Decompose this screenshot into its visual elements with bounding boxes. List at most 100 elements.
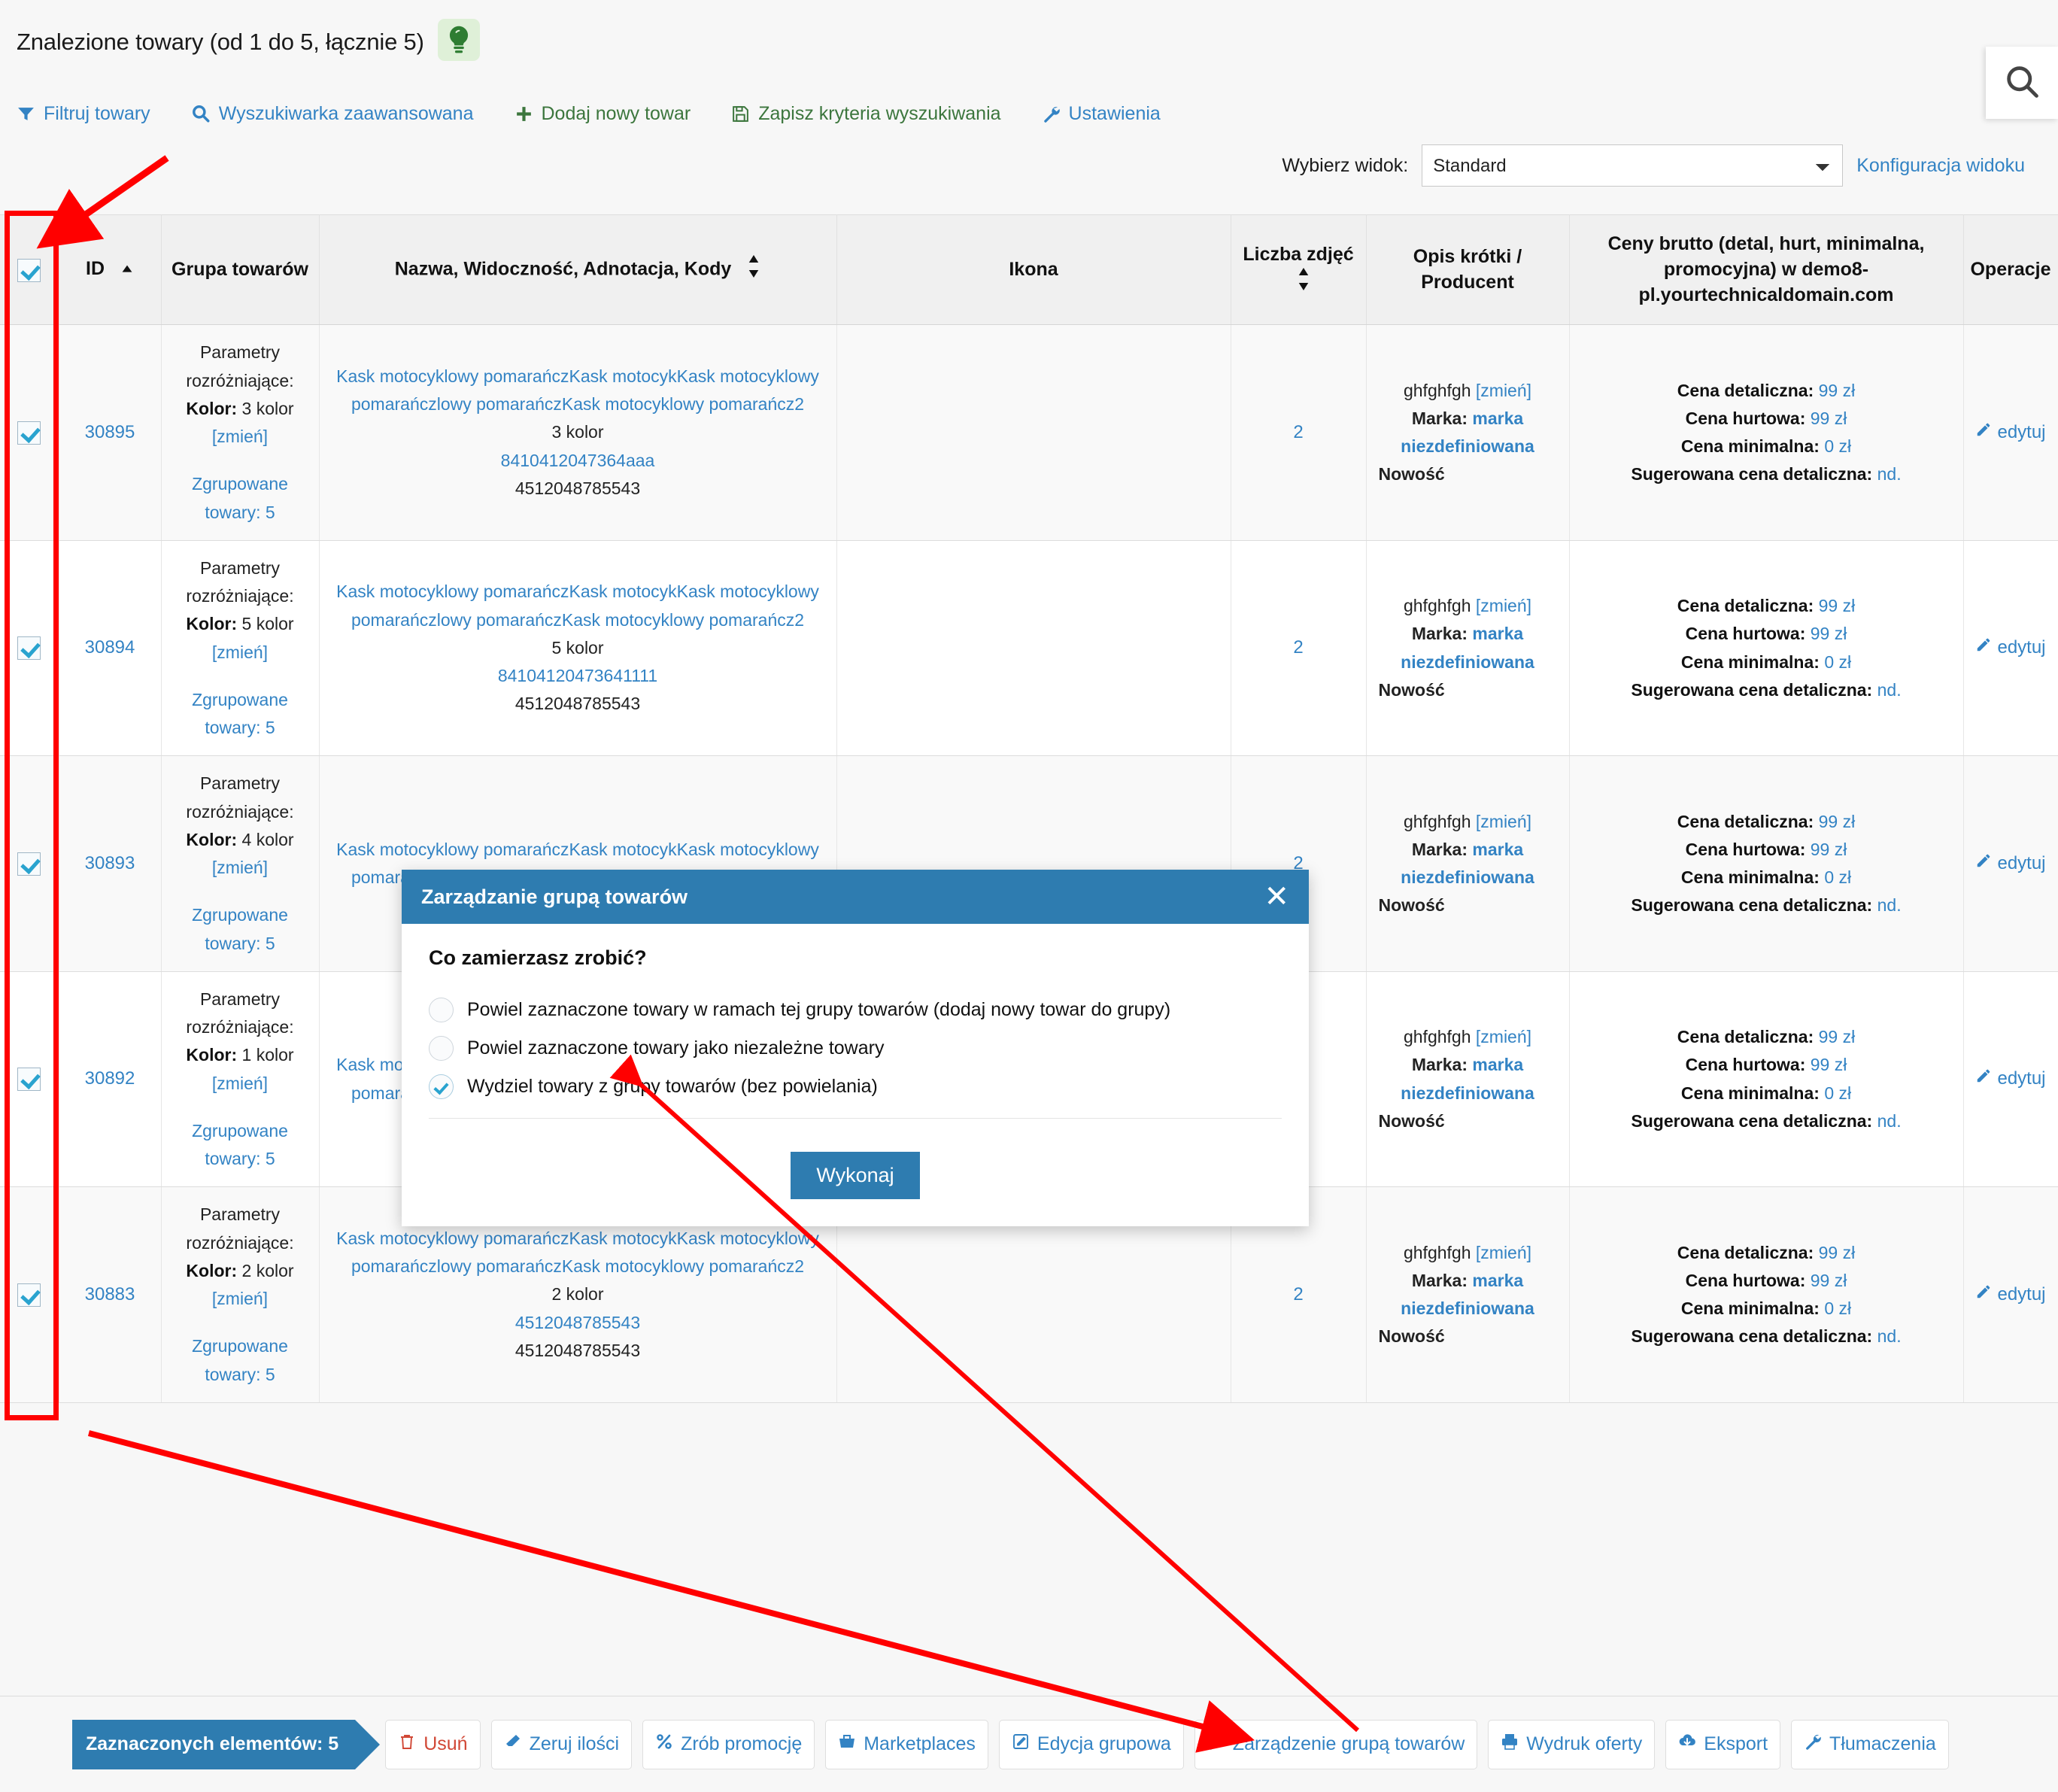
row-prices-cell: Cena detaliczna: 99 zł Cena hurtowa: 99 …	[1569, 1186, 1964, 1403]
row-color-change-link[interactable]: [zmień]	[212, 1289, 268, 1308]
row-desc-change-link[interactable]: [zmień]	[1476, 381, 1531, 400]
settings-link[interactable]: Ustawienia	[1042, 103, 1161, 125]
row-operations-cell: edytuj	[1963, 755, 2058, 972]
row-icon-cell	[836, 540, 1231, 757]
header-photos[interactable]: Liczba zdjęć	[1231, 214, 1367, 326]
row-id-link[interactable]: 30895	[85, 422, 135, 442]
eraser-icon	[504, 1733, 522, 1756]
radio-option-duplicate-independent[interactable]: Powiel zaznaczone towary jako niezależne…	[429, 1029, 1282, 1068]
row-select-cell	[0, 755, 59, 972]
bulk-action-usu[interactable]: Usuń	[385, 1719, 481, 1769]
row-desc-change-link[interactable]: [zmień]	[1476, 812, 1531, 831]
row-short-desc: ghfghfgh [zmień]	[1403, 1027, 1532, 1046]
header-prices-label: Ceny brutto (detal, hurt, minimalna, pro…	[1607, 233, 1925, 305]
row-description-cell: ghfghfgh [zmień] Marka: marka niezdefini…	[1366, 755, 1570, 972]
view-configuration-link[interactable]: Konfiguracja widoku	[1856, 155, 2025, 177]
row-edit-link[interactable]: edytuj	[1975, 849, 2046, 879]
row-color: Kolor: 5 kolor	[186, 614, 294, 634]
view-select[interactable]: Standard	[1422, 144, 1844, 187]
row-desc-change-link[interactable]: [zmień]	[1476, 596, 1531, 615]
filter-icon	[17, 105, 35, 123]
row-price-min: Cena minimalna: 0 zł	[1680, 1298, 1852, 1318]
close-icon[interactable]: ✕	[1264, 882, 1289, 912]
row-id-link[interactable]: 30883	[85, 1284, 135, 1305]
bulk-action-marketplaces[interactable]: Marketplaces	[825, 1719, 988, 1769]
bulk-action-label: Zarządzenie grupą towarów	[1232, 1733, 1465, 1754]
selected-count-badge: Zaznaczonych elementów: 5	[72, 1719, 381, 1769]
row-code-link[interactable]: 4512048785543	[515, 1313, 640, 1332]
row-description-cell: ghfghfgh [zmień] Marka: marka niezdefini…	[1366, 540, 1570, 757]
row-edit-link[interactable]: edytuj	[1975, 1065, 2046, 1094]
row-edit-link[interactable]: edytuj	[1975, 633, 2046, 663]
row-checkbox[interactable]	[17, 636, 41, 661]
row-id-cell: 30892	[59, 971, 162, 1188]
row-checkbox[interactable]	[17, 852, 41, 876]
row-grouped-link[interactable]: Zgrupowane towary: 5	[192, 905, 288, 952]
execute-button[interactable]: Wykonaj	[791, 1152, 920, 1199]
global-search-button[interactable]	[1986, 47, 2058, 119]
row-id-link[interactable]: 30892	[85, 1068, 135, 1089]
bulk-action-zarz-dzenie-grup-towar-w[interactable]: Zarządzenie grupą towarów	[1194, 1719, 1478, 1769]
row-checkbox[interactable]	[17, 1068, 41, 1092]
bulk-action-zeruj-ilo-ci[interactable]: Zeruj ilości	[490, 1719, 633, 1769]
row-params-title: Parametry rozróżniające:	[186, 773, 294, 822]
row-color-change-link[interactable]: [zmień]	[212, 858, 268, 877]
row-desc-change-link[interactable]: [zmień]	[1476, 1027, 1531, 1046]
row-checkbox[interactable]	[17, 1283, 41, 1307]
row-price-wholesale: Cena hurtowa: 99 zł	[1685, 1270, 1847, 1290]
advanced-search-link[interactable]: Wyszukiwarka zaawansowana	[191, 103, 474, 125]
row-code-link[interactable]: 8410412047364aaa	[501, 451, 655, 470]
table-header-row: ID Grupa towarów Nazwa, Widoczność, Adno…	[0, 214, 2058, 326]
row-photos-link[interactable]: 2	[1293, 422, 1303, 442]
row-price-wholesale: Cena hurtowa: 99 zł	[1685, 624, 1847, 644]
radio-option-split-from-group[interactable]: Wydziel towary z grupy towarów (bez powi…	[429, 1068, 1282, 1106]
radio-icon[interactable]	[429, 998, 454, 1022]
row-id-link[interactable]: 30893	[85, 853, 135, 873]
row-color-change-link[interactable]: [zmień]	[212, 1074, 268, 1093]
row-grouped-link[interactable]: Zgrupowane towary: 5	[192, 1336, 288, 1383]
row-photos-cell: 2	[1231, 324, 1367, 541]
radio-icon[interactable]	[429, 1036, 454, 1061]
row-name-link[interactable]: Kask motocyklowy pomarańczKask motocykKa…	[336, 1229, 819, 1276]
row-checkbox[interactable]	[17, 421, 41, 445]
bulk-action-label: Marketplaces	[864, 1733, 976, 1754]
add-product-link[interactable]: Dodaj nowy towar	[514, 103, 691, 125]
lightbulb-icon[interactable]	[438, 19, 481, 61]
sort-both-icon	[747, 254, 760, 285]
row-color-change-link[interactable]: [zmień]	[212, 427, 268, 446]
radio-icon-checked[interactable]	[429, 1074, 454, 1099]
row-operations-cell: edytuj	[1963, 540, 2058, 757]
row-photos-link[interactable]: 2	[1293, 637, 1303, 658]
dialog-title: Zarządzanie grupą towarów	[421, 885, 688, 908]
bulk-action-t-umaczenia[interactable]: Tłumaczenia	[1791, 1719, 1949, 1769]
row-select-cell	[0, 324, 59, 541]
row-id-link[interactable]: 30894	[85, 637, 135, 658]
row-price-suggested: Sugerowana cena detaliczna: nd.	[1631, 679, 1902, 700]
edit-square-icon	[1012, 1733, 1030, 1756]
row-grouped-link[interactable]: Zgrupowane towary: 5	[192, 1121, 288, 1168]
radio-option-duplicate-in-group[interactable]: Powiel zaznaczone towary w ramach tej gr…	[429, 991, 1282, 1029]
row-name-link[interactable]: Kask motocyklowy pomarańczKask motocykKa…	[336, 582, 819, 629]
row-photos-link[interactable]: 2	[1293, 1284, 1303, 1305]
row-color: Kolor: 1 kolor	[186, 1045, 294, 1065]
header-name[interactable]: Nazwa, Widoczność, Adnotacja, Kody	[319, 214, 837, 326]
row-photos-cell: 2	[1231, 540, 1367, 757]
bulk-action-edycja-grupowa[interactable]: Edycja grupowa	[998, 1719, 1184, 1769]
header-id[interactable]: ID	[59, 214, 162, 326]
bulk-action-eksport[interactable]: Eksport	[1665, 1719, 1781, 1769]
row-edit-link[interactable]: edytuj	[1975, 418, 2046, 448]
row-grouped-link[interactable]: Zgrupowane towary: 5	[192, 474, 288, 521]
filter-products-link[interactable]: Filtruj towary	[17, 103, 150, 125]
row-code-link[interactable]: 84104120473641111	[498, 666, 657, 685]
select-all-checkbox[interactable]	[17, 258, 41, 282]
view-selector-label: Wybierz widok:	[1282, 154, 1409, 176]
row-grouped-link[interactable]: Zgrupowane towary: 5	[192, 690, 288, 737]
row-edit-link[interactable]: edytuj	[1975, 1280, 2046, 1310]
row-color-change-link[interactable]: [zmień]	[212, 642, 268, 662]
row-desc-change-link[interactable]: [zmień]	[1476, 1243, 1531, 1262]
row-name-link[interactable]: Kask motocyklowy pomarańczKask motocykKa…	[336, 366, 819, 414]
bulk-action-label: Tłumaczenia	[1829, 1733, 1936, 1754]
bulk-action-zr-b-promocj[interactable]: Zrób promocję	[642, 1719, 815, 1769]
save-search-criteria-link[interactable]: Zapisz kryteria wyszukiwania	[731, 103, 1001, 125]
bulk-action-wydruk-oferty[interactable]: Wydruk oferty	[1488, 1719, 1656, 1769]
